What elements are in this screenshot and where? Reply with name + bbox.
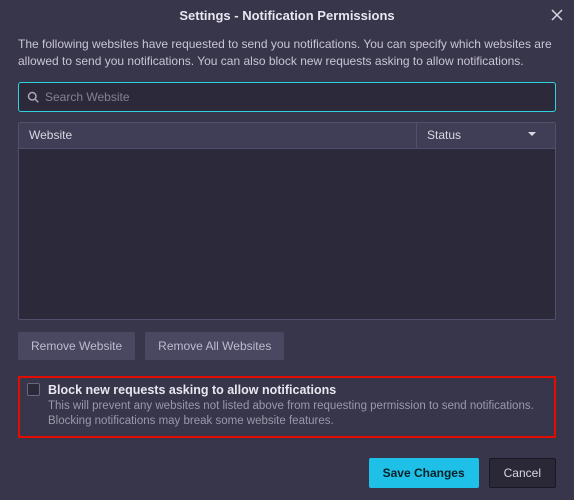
- window-title: Settings - Notification Permissions: [179, 8, 394, 23]
- titlebar: Settings - Notification Permissions: [0, 0, 574, 30]
- chevron-down-icon: [527, 128, 537, 142]
- table-header-row: Website Status: [19, 123, 555, 149]
- search-input[interactable]: [39, 90, 547, 104]
- remove-website-button[interactable]: Remove Website: [18, 332, 135, 360]
- table-body: [19, 149, 555, 319]
- save-changes-button[interactable]: Save Changes: [369, 458, 479, 488]
- block-new-label[interactable]: Block new requests asking to allow notif…: [48, 383, 336, 397]
- search-field[interactable]: [18, 82, 556, 112]
- block-new-checkbox[interactable]: [27, 383, 40, 396]
- cancel-button[interactable]: Cancel: [489, 458, 556, 488]
- column-header-website[interactable]: Website: [19, 123, 417, 148]
- column-header-website-label: Website: [29, 128, 72, 142]
- search-icon: [27, 91, 39, 103]
- close-icon: [550, 8, 564, 22]
- close-button[interactable]: [548, 6, 566, 24]
- websites-table: Website Status: [18, 122, 556, 320]
- column-header-status[interactable]: Status: [417, 123, 555, 148]
- remove-all-websites-button[interactable]: Remove All Websites: [145, 332, 284, 360]
- description-text: The following websites have requested to…: [18, 36, 556, 70]
- column-header-status-label: Status: [427, 128, 461, 142]
- block-new-description: This will prevent any websites not liste…: [48, 399, 547, 430]
- block-new-requests-section: Block new requests asking to allow notif…: [18, 376, 556, 438]
